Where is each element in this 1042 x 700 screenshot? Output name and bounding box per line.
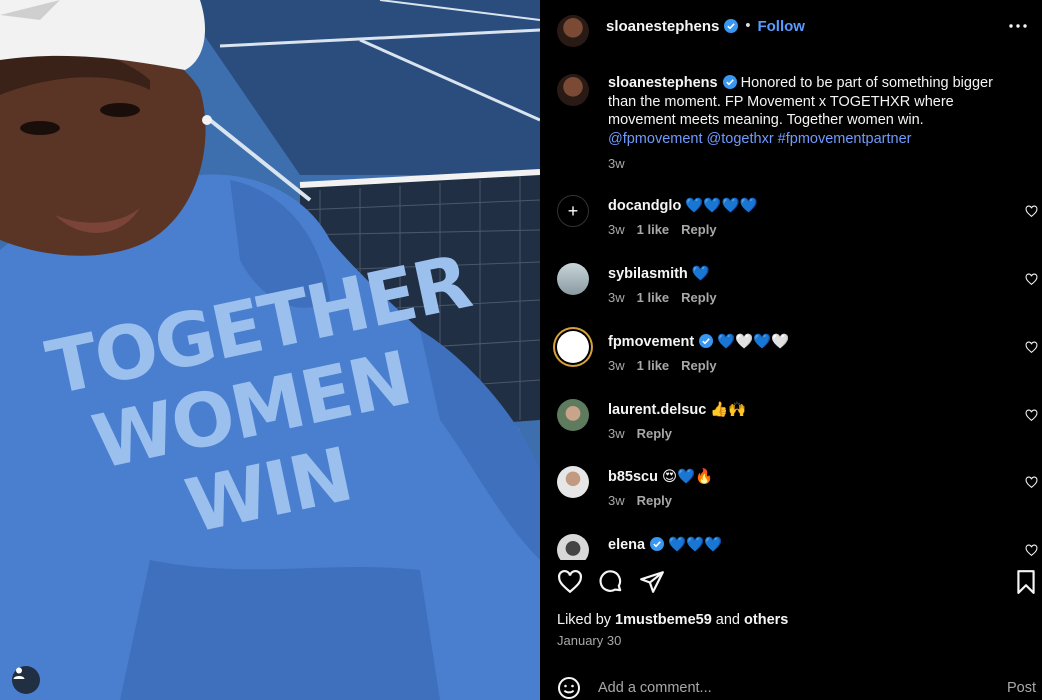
comment-likes[interactable]: 1 like [637, 358, 670, 373]
comment-text: 💙💙💙 [668, 537, 723, 553]
comment-item: b85scu 😍💙🔥 3w Reply [557, 466, 1042, 516]
comment-item: sybilasmith 💙 3w 1 like Reply [557, 263, 1042, 313]
caption-author-avatar[interactable] [557, 74, 589, 106]
comment-like-icon[interactable] [1025, 476, 1038, 489]
comment-likes[interactable]: 1 like [637, 222, 670, 237]
comment-avatar[interactable]: + [557, 195, 589, 227]
bookmark-icon[interactable] [1013, 569, 1039, 595]
comment-item: elena 💙💙💙 [557, 534, 1042, 560]
comment-avatar[interactable] [557, 399, 589, 431]
likes-prefix: Liked by [557, 612, 612, 628]
comment-time[interactable]: 3w [608, 358, 625, 373]
comment-avatar[interactable] [557, 466, 589, 498]
comment-username[interactable]: b85scu [608, 469, 658, 485]
comment-like-icon[interactable] [1025, 409, 1038, 422]
comment-avatar[interactable] [557, 263, 589, 295]
reply-button[interactable]: Reply [637, 426, 672, 441]
post-header: sloanestephens • Follow [540, 0, 1042, 52]
likes-summary: Liked by 1mustbeme59 and others [557, 612, 788, 628]
comment-time[interactable]: 3w [608, 290, 625, 305]
post-comment-button[interactable]: Post [1007, 680, 1036, 696]
comment-item: laurent.delsuc 👍🙌 3w Reply [557, 399, 1042, 449]
heart-icon[interactable] [557, 569, 583, 595]
comment-username[interactable]: docandglo [608, 198, 681, 214]
post-caption: sloanestephens Honored to be part of som… [557, 74, 1027, 174]
post-date[interactable]: January 30 [557, 633, 621, 648]
comment-text: 💙💙💙💙 [685, 198, 758, 214]
likes-and: and [715, 612, 740, 628]
comment-input[interactable]: Add a comment... [598, 680, 712, 696]
comment-text: 😍💙🔥 [662, 469, 714, 485]
comment-likes[interactable]: 1 like [637, 290, 670, 305]
add-comment-bar: Add a comment... Post [540, 666, 1042, 700]
liked-by-user[interactable]: 1mustbeme59 [615, 612, 712, 628]
caption-tags[interactable]: @fpmovement @togethxr #fpmovementpartner [608, 131, 911, 147]
caption-author[interactable]: sloanestephens [608, 75, 718, 91]
comment-like-icon[interactable] [1025, 205, 1038, 218]
verified-badge-icon [650, 537, 665, 551]
comment-like-icon[interactable] [1025, 544, 1038, 557]
comment-time[interactable]: 3w [608, 426, 625, 441]
verified-badge-icon [699, 334, 714, 348]
share-icon[interactable] [639, 569, 665, 595]
caption-body: sloanestephens Honored to be part of som… [608, 74, 1018, 174]
comment-username[interactable]: fpmovement [608, 334, 694, 350]
comment-time[interactable]: 3w [608, 493, 625, 508]
reply-button[interactable]: Reply [681, 358, 716, 373]
comment-like-icon[interactable] [1025, 341, 1038, 354]
reply-button[interactable]: Reply [637, 493, 672, 508]
likes-others-link[interactable]: others [744, 612, 788, 628]
action-bar [540, 565, 1042, 599]
emoji-icon[interactable] [557, 676, 581, 700]
comment-item: fpmovement 💙🤍💙🤍 3w 1 like Reply [557, 331, 1042, 381]
comment-username[interactable]: laurent.delsuc [608, 402, 706, 418]
comment-time[interactable]: 3w [608, 222, 625, 237]
caption-time[interactable]: 3w [608, 156, 625, 171]
verified-badge-icon [724, 19, 739, 33]
author-username[interactable]: sloanestephens [606, 18, 719, 35]
comment-username[interactable]: sybilasmith [608, 266, 688, 282]
post-viewer: TOGETHER WOMEN WIN sloanestephens • Foll… [0, 0, 1042, 700]
post-sidebar: sloanestephens • Follow sloanestephens H… [540, 0, 1042, 700]
separator-dot: • [745, 18, 751, 34]
user-tag-icon [13, 667, 25, 679]
reply-button[interactable]: Reply [681, 290, 716, 305]
verified-badge-icon [722, 75, 737, 89]
comment-avatar[interactable] [557, 331, 589, 363]
comment-text: 💙🤍💙🤍 [717, 334, 790, 350]
comment-text: 💙 [691, 266, 710, 282]
follow-button[interactable]: Follow [757, 18, 805, 35]
comment-icon[interactable] [598, 569, 624, 595]
more-icon [1009, 24, 1027, 28]
author-avatar[interactable] [557, 15, 589, 47]
comment-username[interactable]: elena [608, 537, 645, 553]
more-options-button[interactable] [1004, 12, 1032, 40]
post-photo[interactable]: TOGETHER WOMEN WIN [0, 0, 540, 700]
reply-button[interactable]: Reply [681, 222, 716, 237]
user-tag-button[interactable] [12, 666, 40, 694]
comment-avatar[interactable] [557, 534, 589, 560]
comment-item: + docandglo 💙💙💙💙 3w 1 like Reply [557, 195, 1042, 245]
comment-text: 👍🙌 [710, 402, 747, 418]
comment-like-icon[interactable] [1025, 273, 1038, 286]
